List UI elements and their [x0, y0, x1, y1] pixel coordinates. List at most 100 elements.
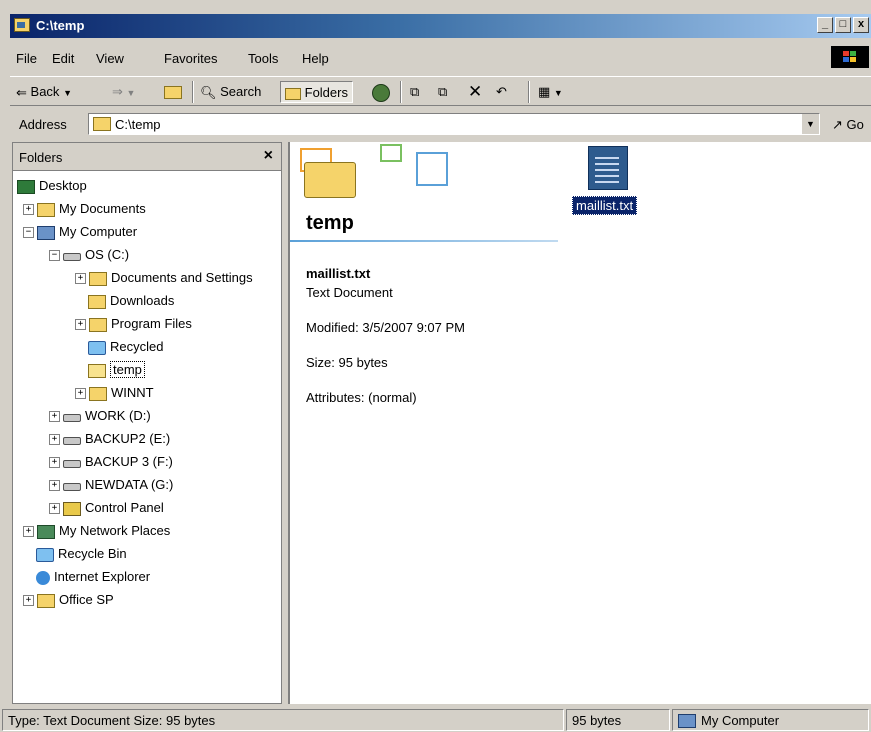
maximize-button[interactable]: □ [835, 17, 851, 33]
tree-item-internet-explorer[interactable]: Internet Explorer [23, 566, 150, 588]
expand-icon[interactable]: + [75, 319, 86, 331]
tree-item-backup2-e[interactable]: + BACKUP2 (E:) [49, 428, 170, 450]
tree-item-my-network-places[interactable]: + My Network Places [23, 520, 170, 542]
delete-button[interactable]: ✕ [468, 81, 482, 103]
tree-item-backup3-f[interactable]: + BACKUP 3 (F:) [49, 451, 173, 473]
drive-icon [63, 437, 81, 446]
my-computer-icon [37, 225, 55, 240]
toolbar-separator [528, 81, 530, 103]
move-to-button[interactable]: ⧉ [410, 81, 419, 103]
drive-icon [63, 253, 81, 262]
windows-logo-icon [831, 46, 869, 68]
address-input[interactable]: C:\temp ▼ [88, 113, 820, 135]
tree-item-my-computer[interactable]: − My Computer [23, 221, 137, 243]
menu-bar: File Edit View Favorites Tools Help [10, 44, 871, 70]
tree-item-office-sp[interactable]: + Office SP [23, 589, 114, 611]
expand-icon[interactable]: + [23, 526, 34, 538]
network-places-icon [37, 524, 55, 539]
expand-icon[interactable]: + [49, 434, 60, 446]
menu-file[interactable]: File [16, 51, 37, 66]
folders-pane-close-button[interactable]: × [264, 147, 273, 165]
forward-button[interactable]: ⇒ ▼ [112, 81, 135, 103]
search-icon: 🔍︎ [200, 84, 217, 100]
title-bar[interactable]: C:\temp _ □ x [10, 14, 871, 38]
views-icon: ▦ [538, 84, 551, 99]
expand-icon[interactable]: + [75, 388, 86, 400]
folder-icon [89, 317, 107, 332]
address-bar: Address C:\temp ▼ ↗ Go [10, 110, 871, 138]
menu-favorites[interactable]: Favorites [164, 51, 217, 66]
recycle-icon [88, 340, 106, 355]
delete-icon: ✕ [468, 82, 483, 101]
file-name-label[interactable]: maillist.txt [572, 196, 638, 215]
folder-icon [89, 271, 107, 286]
undo-button[interactable]: ↶ [496, 81, 507, 103]
forward-dropdown-icon[interactable]: ▼ [127, 88, 136, 98]
expand-icon[interactable]: + [49, 480, 60, 492]
window-title: C:\temp [36, 18, 85, 33]
views-button[interactable]: ▦ ▼ [538, 81, 563, 103]
folder-icon [37, 593, 55, 608]
expand-icon[interactable]: + [23, 595, 34, 607]
status-zone: My Computer [672, 709, 869, 731]
tree-item-os-c[interactable]: − OS (C:) [49, 244, 129, 266]
tree-item-recycled[interactable]: Recycled [75, 336, 163, 358]
internet-explorer-icon [36, 570, 50, 585]
collapse-icon[interactable]: − [49, 250, 60, 262]
folder-icon [89, 386, 107, 401]
folders-label: Folders [304, 85, 348, 100]
recycle-bin-icon [36, 547, 54, 562]
window-folder-icon [14, 18, 30, 32]
tree-item-my-documents[interactable]: + My Documents [23, 198, 146, 220]
expand-icon[interactable]: + [49, 411, 60, 423]
menu-tools[interactable]: Tools [248, 51, 278, 66]
folders-button[interactable]: Folders [280, 81, 353, 103]
folder-banner: temp [290, 142, 560, 242]
menu-help[interactable]: Help [302, 51, 329, 66]
back-label: Back [30, 84, 60, 99]
search-button[interactable]: 🔍︎ Search [200, 81, 261, 103]
status-info: Type: Text Document Size: 95 bytes [2, 709, 564, 731]
tree-item-desktop[interactable]: Desktop [17, 175, 87, 197]
menu-view[interactable]: View [96, 51, 124, 66]
back-button[interactable]: ⇐ Back ▼ [16, 81, 72, 103]
go-button[interactable]: ↗ Go [832, 117, 864, 133]
expand-icon[interactable]: + [49, 457, 60, 469]
tree-item-work-d[interactable]: + WORK (D:) [49, 405, 151, 427]
drive-icon [63, 483, 81, 492]
tree-item-control-panel[interactable]: + Control Panel [49, 497, 164, 519]
collapse-icon[interactable]: − [23, 227, 34, 239]
history-button[interactable] [372, 81, 390, 103]
tree-item-downloads[interactable]: Downloads [75, 290, 174, 312]
up-folder-button[interactable] [164, 81, 182, 103]
folders-pane-header: Folders × [13, 143, 281, 171]
tree-item-temp[interactable]: temp [75, 359, 145, 381]
tree-item-program-files[interactable]: + Program Files [75, 313, 192, 335]
tree-item-recycle-bin[interactable]: Recycle Bin [23, 543, 127, 565]
search-label: Search [220, 84, 262, 99]
expand-icon[interactable]: + [75, 273, 86, 285]
details-file-type: Text Document [306, 285, 393, 300]
menu-edit[interactable]: Edit [52, 51, 74, 66]
explorer-window: C:\temp _ □ x File Edit View Favorites T… [0, 0, 871, 732]
tree-item-documents-and-settings[interactable]: + Documents and Settings [75, 267, 253, 289]
close-button[interactable]: x [853, 17, 869, 33]
details-attributes: Attributes: (normal) [306, 390, 417, 405]
text-file-icon[interactable] [588, 146, 628, 190]
status-zone-label: My Computer [701, 713, 780, 728]
folder-title: temp [306, 212, 354, 234]
views-dropdown-icon[interactable]: ▼ [554, 88, 563, 98]
back-dropdown-icon[interactable]: ▼ [63, 88, 72, 98]
address-value: C:\temp [115, 117, 161, 132]
status-bar: Type: Text Document Size: 95 bytes 95 by… [0, 706, 871, 732]
copy-to-button[interactable]: ⧉ [438, 81, 447, 103]
address-dropdown-icon[interactable]: ▼ [801, 114, 819, 134]
toolbar-separator [192, 81, 194, 103]
tree-item-winnt[interactable]: + WINNT [75, 382, 154, 404]
minimize-button[interactable]: _ [817, 17, 833, 33]
expand-icon[interactable]: + [49, 503, 60, 515]
tree-item-newdata-g[interactable]: + NEWDATA (G:) [49, 474, 173, 496]
open-folder-icon [88, 363, 106, 378]
expand-icon[interactable]: + [23, 204, 34, 216]
go-label: Go [846, 117, 864, 132]
